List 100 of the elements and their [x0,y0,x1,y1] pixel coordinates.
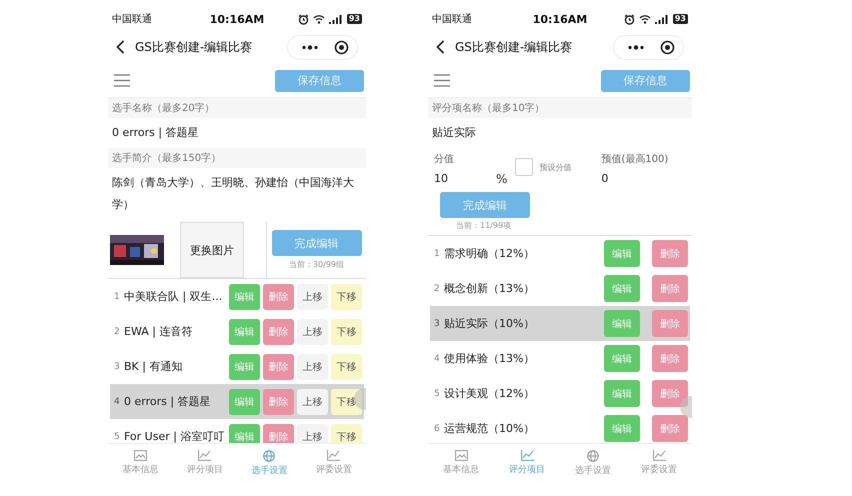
row-number: 4 [114,396,121,406]
input-field[interactable]: 10 [434,172,448,186]
list-row[interactable]: 5 设计美观（12%） 编辑 删除 [430,376,690,411]
edit-button[interactable]: 编辑 [229,388,260,414]
list-row[interactable]: 1 需求明确（12%） 编辑 删除 [430,236,690,271]
battery-level: 93 [672,14,688,24]
tab[interactable]: 选手设置 [560,444,626,482]
row-number: 2 [114,326,121,336]
list-row[interactable]: 3 贴近实际（10%） 编辑 删除 [430,306,690,341]
alarm-icon [298,14,309,24]
clock-time: 10:16AM [208,12,266,26]
save-button[interactable]: 保存信息 [601,70,690,92]
tab[interactable]: 评分项目 [494,444,560,482]
row-title: For User | 浴室叮叮 [124,429,226,443]
up-button[interactable]: 上移 [297,388,328,414]
delete-button[interactable]: 删除 [263,354,294,380]
edit-button[interactable]: 编辑 [604,415,640,442]
delete-button[interactable]: 删除 [652,275,688,302]
capsule-menu[interactable] [613,34,684,60]
tab[interactable]: 评分项目 [172,444,237,482]
menu-icon[interactable] [434,74,450,87]
tab[interactable]: 基本信息 [428,444,494,482]
menu-icon[interactable] [114,74,130,87]
back-icon[interactable] [116,40,125,54]
up-button[interactable]: 上移 [297,284,328,310]
down-button[interactable]: 下移 [331,284,362,310]
change-image-button[interactable]: 更换图片 [180,222,244,278]
delete-button[interactable]: 删除 [652,380,688,407]
delete-button[interactable]: 删除 [652,415,688,442]
tab[interactable]: 选手设置 [237,444,302,482]
field-label: 分值 [434,153,455,166]
input-field[interactable]: 0 [601,172,668,185]
list-row[interactable]: 4 使用体验（13%） 编辑 删除 [430,341,690,376]
row-number: 5 [434,388,441,398]
delete-button[interactable]: 删除 [652,345,688,372]
edit-button[interactable]: 编辑 [229,318,260,344]
more-icon[interactable] [302,44,318,50]
item-counter: 当前：11/99项 [455,220,512,231]
row-number: 3 [434,318,441,328]
tab[interactable]: 评委设置 [302,444,366,482]
edit-button[interactable]: 编辑 [229,354,260,380]
item-counter: 当前：30/99组 [288,259,344,270]
edit-button[interactable]: 编辑 [604,240,640,267]
delete-button[interactable]: 删除 [263,318,294,344]
up-button[interactable]: 上移 [297,318,328,344]
edit-button[interactable]: 编辑 [604,380,640,407]
up-button[interactable]: 上移 [297,354,328,380]
back-icon[interactable] [436,40,445,54]
row-title: 0 errors | 答题星 [124,394,212,409]
list-row[interactable]: 2 概念创新（13%） 编辑 删除 [430,271,690,306]
row-number: 4 [434,354,441,364]
down-button[interactable]: 下移 [331,388,362,414]
row-number: 6 [434,424,441,434]
chart-icon [198,450,212,461]
signal-icon [654,14,669,24]
list-row[interactable]: 3 BK | 有通知 编辑 删除 上移 下移 [110,349,364,384]
list-row[interactable]: 4 0 errors | 答题星 编辑 删除 上移 下移 [110,384,364,419]
row-title: 概念创新（13%） [444,281,536,296]
down-button[interactable]: 下移 [331,424,362,443]
tab[interactable]: 评委设置 [626,444,692,482]
field-label: 预值(最高100) [601,152,668,166]
edit-button[interactable]: 编辑 [229,424,260,443]
row-title: EWA | 连音符 [124,324,194,339]
tab[interactable]: 基本信息 [108,444,172,482]
globe-icon [587,450,599,462]
row-title: 使用体验（13%） [444,351,536,366]
list-row[interactable]: 1 中美联合队 | 双生... 编辑 删除 上移 下移 [110,279,364,314]
checkbox[interactable] [515,158,534,176]
list-row[interactable]: 2 EWA | 连音符 编辑 删除 上移 下移 [110,314,364,349]
battery-level: 93 [346,14,362,24]
delete-button[interactable]: 删除 [263,284,294,310]
chart-icon [652,450,666,461]
field-label: 选手名称（最多20字） [108,98,366,118]
down-button[interactable]: 下移 [331,354,362,380]
finish-edit-button[interactable]: 完成编辑 [440,192,530,218]
up-button[interactable]: 上移 [297,424,328,443]
row-number: 2 [434,284,441,294]
save-button[interactable]: 保存信息 [275,70,364,92]
edit-button[interactable]: 编辑 [604,345,640,372]
image-icon [454,450,468,461]
list-row[interactable]: 6 运营规范（10%） 编辑 删除 [430,411,690,443]
wifi-icon [312,14,325,24]
edit-button[interactable]: 编辑 [604,275,640,302]
down-button[interactable]: 下移 [331,318,362,344]
finish-edit-button[interactable]: 完成编辑 [272,230,362,256]
edit-button[interactable]: 编辑 [229,284,260,310]
delete-button[interactable]: 删除 [263,388,294,414]
row-number: 1 [114,292,121,302]
delete-button[interactable]: 删除 [652,310,688,337]
delete-button[interactable]: 删除 [652,240,688,267]
row-number: 5 [114,432,121,442]
row-title: 设计美观（12%） [444,386,536,401]
edit-button[interactable]: 编辑 [604,310,640,337]
capsule-menu[interactable] [287,34,358,60]
row-title: 贴近实际（10%） [444,316,536,331]
alarm-icon [624,14,635,24]
more-icon[interactable] [628,44,644,50]
wifi-icon [638,14,651,24]
chart-icon [520,450,534,461]
delete-button[interactable]: 删除 [263,424,294,443]
